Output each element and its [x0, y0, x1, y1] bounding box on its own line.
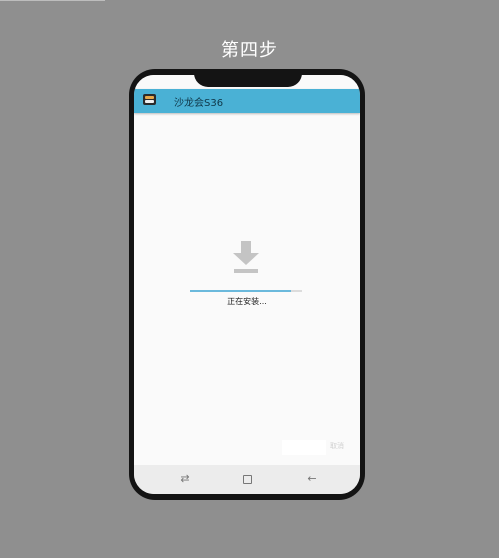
install-progress-fill [190, 290, 291, 292]
camera-notch [194, 75, 302, 87]
back-icon[interactable]: ← [303, 471, 321, 487]
phone-screen: 沙龙会S36 正在安装... 取消 ⇄ ← [134, 75, 360, 494]
phone-frame: 沙龙会S36 正在安装... 取消 ⇄ ← [129, 69, 365, 500]
download-icon [233, 241, 259, 274]
app-title: 沙龙会S36 [174, 98, 224, 109]
step-title: 第四步 [221, 40, 278, 61]
hidden-action-button[interactable] [282, 440, 326, 455]
recent-apps-icon[interactable]: ⇄ [176, 471, 194, 487]
app-bar: 沙龙会S36 [134, 89, 360, 113]
install-progress-bar [190, 290, 302, 292]
home-icon[interactable] [238, 471, 256, 487]
install-status-text: 正在安装... [227, 297, 267, 306]
app-icon [143, 94, 156, 105]
navigation-bar: ⇄ ← [134, 465, 360, 494]
cancel-button[interactable]: 取消 [330, 441, 344, 451]
top-divider [0, 0, 105, 1]
